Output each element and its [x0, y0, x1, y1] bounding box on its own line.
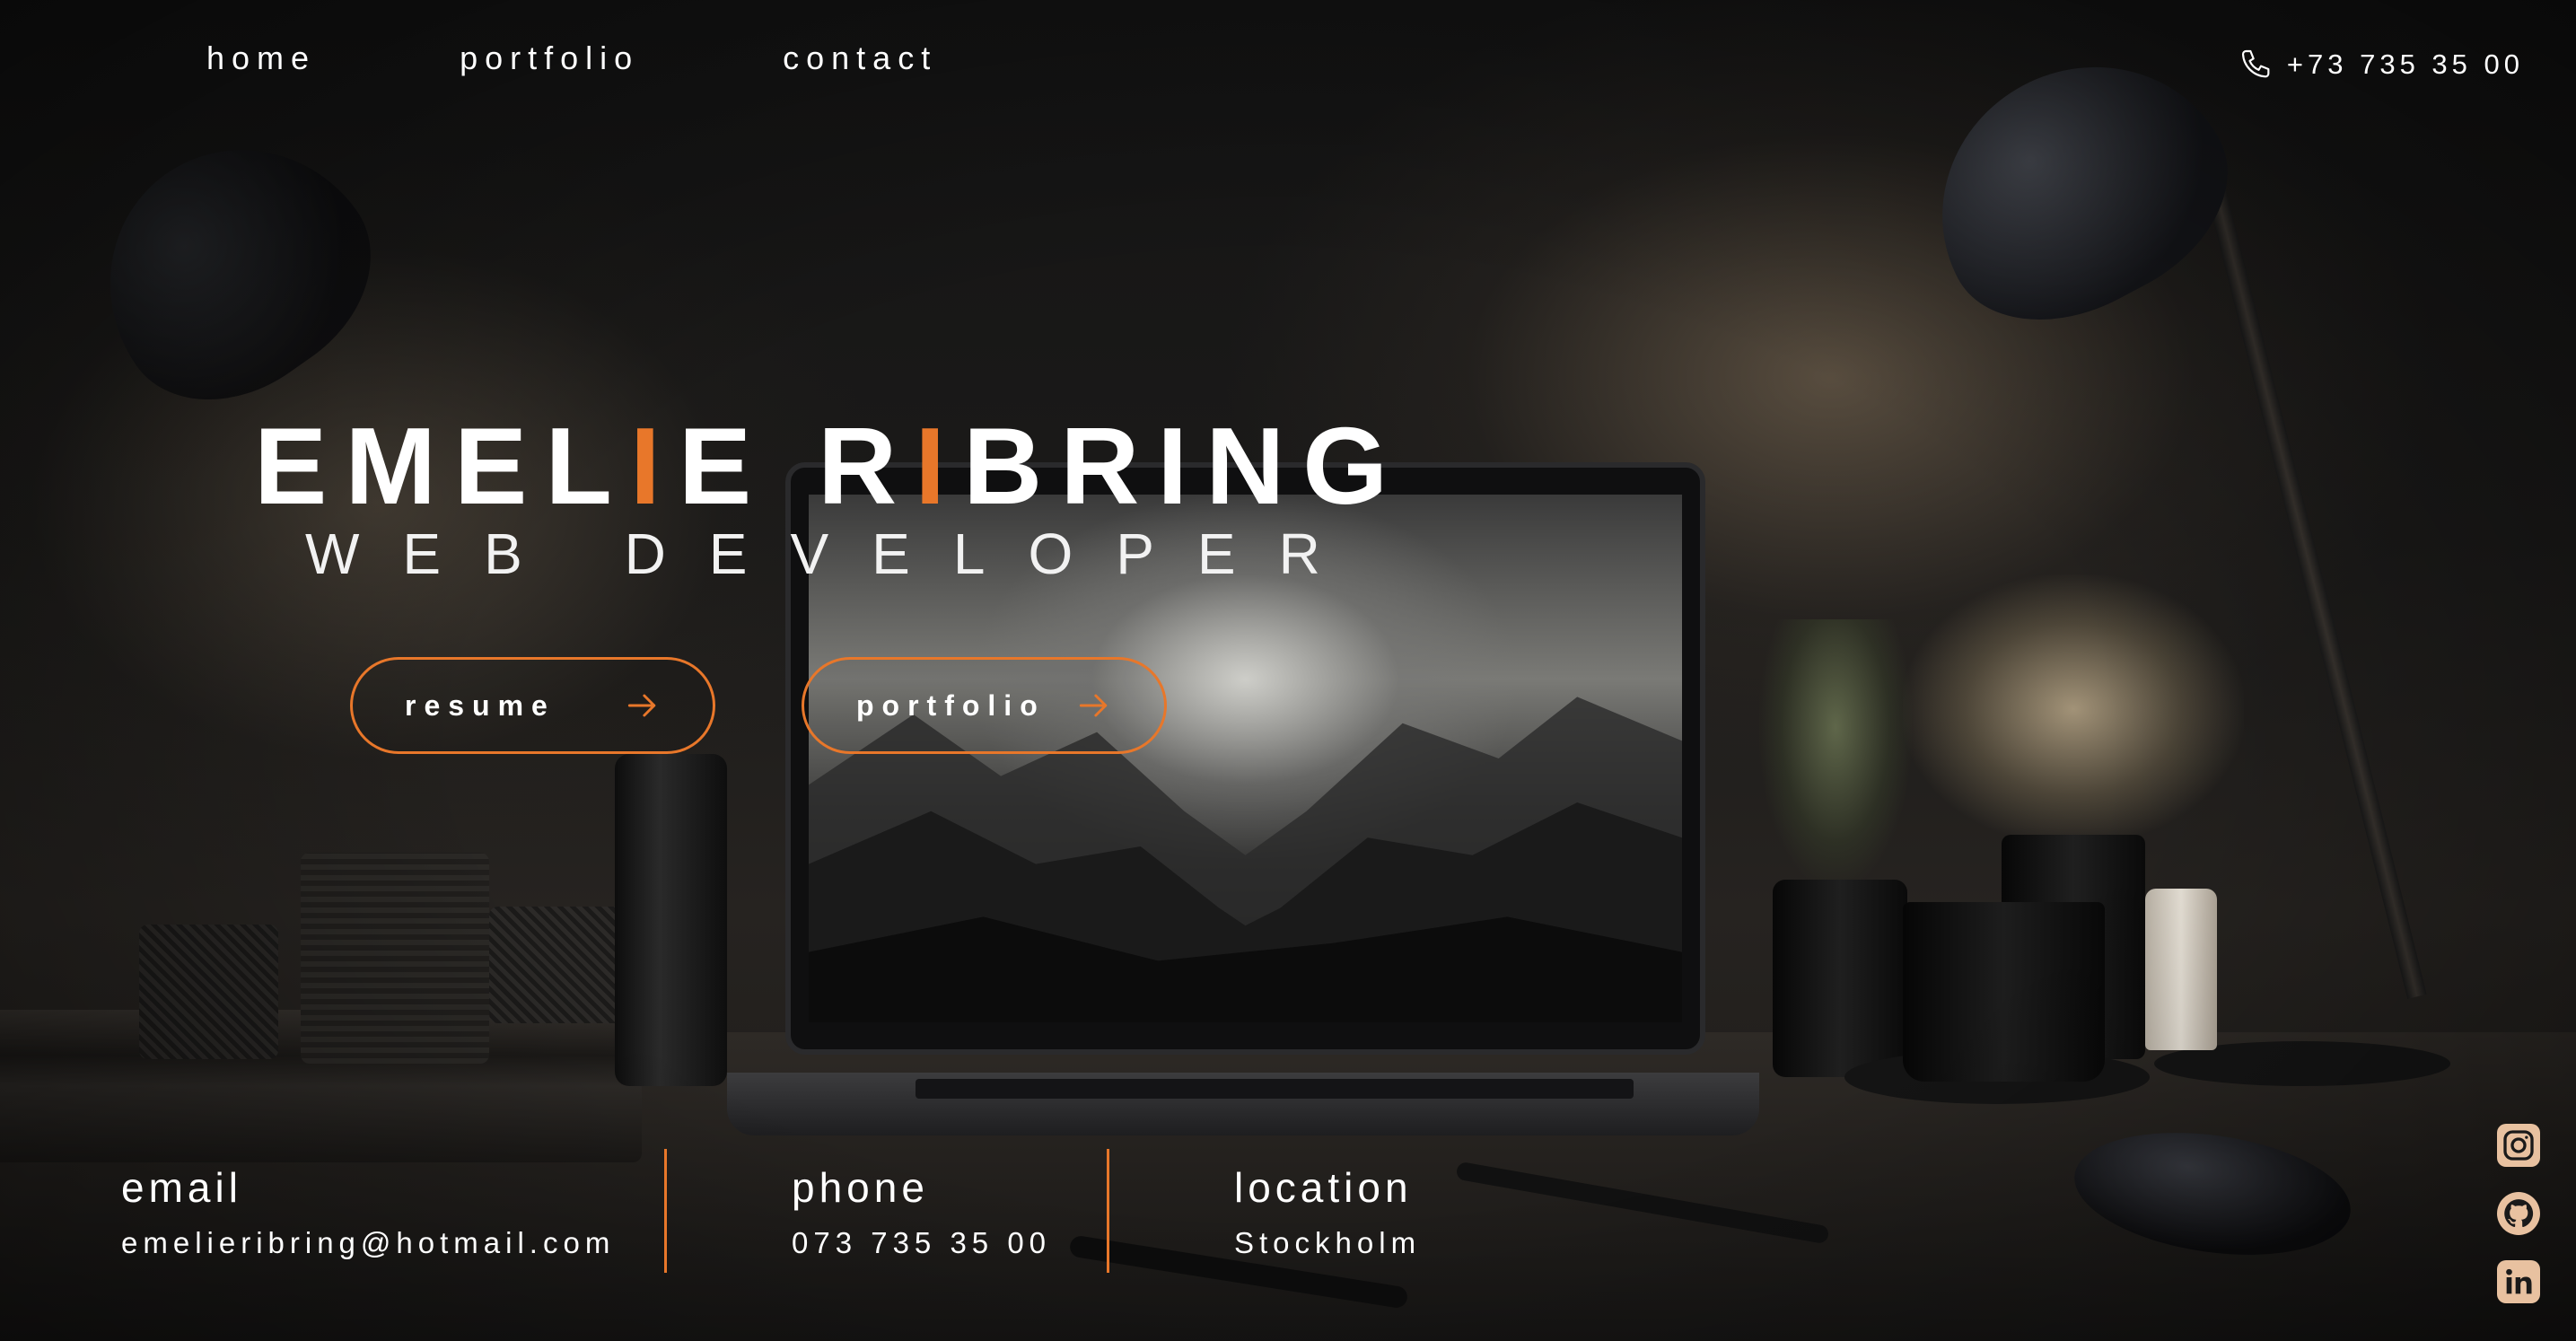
contact-phone: phone 073 735 35 00	[792, 1167, 1051, 1258]
arrow-right-icon	[1079, 694, 1108, 717]
nav-contact-link[interactable]: contact	[783, 39, 937, 77]
phone-link[interactable]: 073 735 35 00	[792, 1228, 1051, 1258]
divider	[664, 1149, 667, 1273]
email-link[interactable]: emelieribring@hotmail.com	[121, 1228, 615, 1258]
github-link[interactable]	[2497, 1192, 2540, 1235]
arrow-right-icon	[627, 694, 656, 717]
header-phone[interactable]: +73 735 35 00	[2239, 47, 2524, 83]
main-nav: home portfolio contact	[206, 39, 937, 77]
social-links	[2497, 1124, 2540, 1303]
hero-name-part: BRING	[963, 405, 1406, 527]
github-icon	[2504, 1199, 2534, 1228]
hero-name-part: E R	[678, 405, 916, 527]
phone-icon	[2241, 49, 2270, 78]
instagram-link[interactable]	[2497, 1124, 2540, 1167]
instagram-icon	[2503, 1130, 2534, 1161]
contact-location: location Stockholm	[1234, 1167, 1421, 1258]
portfolio-button[interactable]: portfolio	[802, 657, 1167, 754]
nav-home-link[interactable]: home	[206, 39, 316, 77]
hero-name-part: EMEL	[254, 405, 630, 527]
location-value: Stockholm	[1234, 1226, 1422, 1259]
hero-name: EMELIE RIBRING	[254, 411, 1406, 521]
linkedin-link[interactable]	[2497, 1260, 2540, 1303]
contact-email: email emelieribring@hotmail.com	[121, 1167, 615, 1258]
email-title: email	[121, 1164, 242, 1211]
header-phone-number: +73 735 35 00	[2286, 48, 2524, 80]
nav-portfolio-link[interactable]: portfolio	[460, 39, 639, 77]
phone-title: phone	[792, 1164, 929, 1211]
linkedin-icon	[2506, 1268, 2532, 1294]
resume-button-label: resume	[405, 688, 556, 722]
resume-button[interactable]: resume	[350, 657, 715, 754]
divider	[1107, 1149, 1109, 1273]
hero-name-accent-letter: I	[629, 405, 679, 527]
portfolio-button-label: portfolio	[856, 688, 1046, 722]
hero-role: WEB DEVELOPER	[305, 522, 1363, 586]
hero-name-accent-letter: I	[915, 405, 964, 527]
location-title: location	[1234, 1164, 1413, 1211]
